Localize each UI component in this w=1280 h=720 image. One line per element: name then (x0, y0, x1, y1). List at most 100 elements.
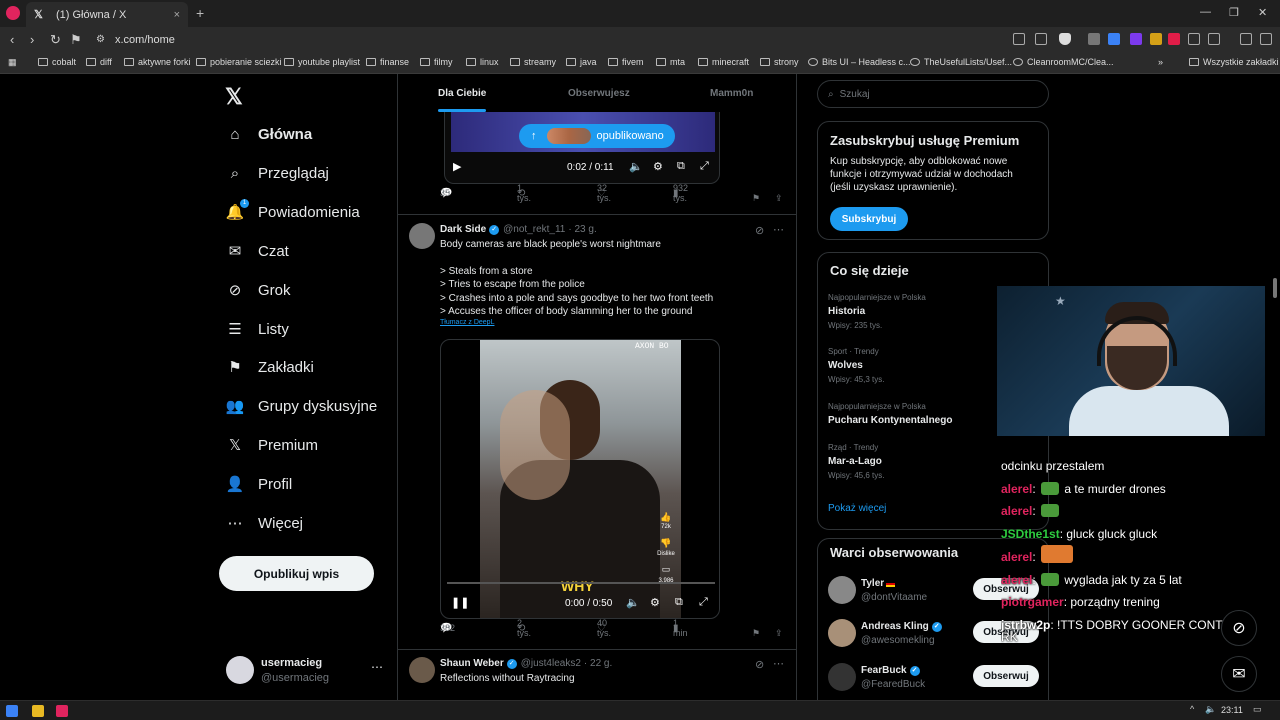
restore-button[interactable]: ❐ (1229, 6, 1239, 19)
forward-icon[interactable]: › (30, 32, 34, 47)
more-dots-icon[interactable]: ⋯ (773, 223, 784, 236)
author-handle[interactable]: @just4leaks2 (521, 658, 581, 669)
tab-for-you[interactable]: Dla Ciebie (438, 88, 486, 99)
fullscreen-icon[interactable]: ⤢ (699, 596, 708, 609)
tab-close-icon[interactable]: × (174, 9, 180, 21)
follow-suggestion[interactable]: FearBuck ✓ @FearedBuck Obserwuj (828, 663, 1043, 693)
minimize-button[interactable]: — (1200, 6, 1211, 18)
settings-icon[interactable]: ⚙ (653, 160, 663, 173)
nav-item-more[interactable]: ⋯ Więcej (226, 514, 304, 533)
author-handle[interactable]: @not_rekt_11 (503, 224, 565, 235)
bookmark-item[interactable]: youtube playlist (284, 57, 360, 67)
bookmark-item[interactable]: diff (86, 57, 112, 67)
nav-item-profile[interactable]: 👤 Profil (226, 475, 293, 494)
post-button[interactable]: Opublikuj wpis (219, 556, 374, 591)
bookmark-item[interactable]: pobieranie sciezki (196, 57, 282, 67)
bookmark-folder[interactable]: finanse (366, 57, 409, 67)
pause-icon[interactable]: ❚❚ (451, 596, 469, 609)
extension-icon[interactable] (1168, 33, 1180, 45)
author-name[interactable]: Shaun Weber (440, 658, 504, 669)
bookmark-item[interactable]: aktywne forki (124, 57, 191, 67)
tab-following[interactable]: Obserwujesz (568, 88, 630, 99)
x-logo-icon[interactable]: 𝕏 (225, 84, 243, 110)
extension-icon[interactable] (1108, 33, 1120, 45)
volume-tray-icon[interactable]: 🔈 (1205, 704, 1216, 715)
bookmark-icon[interactable]: ⚑ (752, 628, 760, 639)
author-name[interactable]: Dark Side (440, 224, 486, 235)
brave-menu-icon[interactable] (6, 6, 20, 20)
nav-item-explore[interactable]: ⌕ Przeglądaj (226, 164, 329, 182)
close-window-button[interactable]: ✕ (1258, 6, 1267, 19)
tab-mammon[interactable]: Mamm0n (710, 88, 753, 99)
twitch-extension-icon[interactable] (1130, 33, 1142, 45)
reload-icon[interactable]: ↻ (50, 32, 61, 48)
site-info-icon[interactable]: ⚙ (96, 34, 105, 45)
bookmark-item[interactable]: TheUsefulLists/Usef... (910, 57, 1012, 67)
bookmark-folder[interactable]: minecraft (698, 57, 749, 67)
bookmark-icon[interactable]: ⚑ (752, 193, 760, 204)
nav-item-home[interactable]: ⌂ Główna (226, 125, 312, 143)
avatar[interactable] (409, 657, 435, 683)
grok-floating-button[interactable]: ⊘ (1221, 610, 1257, 646)
more-bookmarks-icon[interactable]: » (1158, 57, 1163, 67)
media-icon[interactable] (1240, 33, 1252, 45)
bookmark-folder[interactable]: filmy (420, 57, 453, 67)
translate-link[interactable]: Tłumacz z DeepL (440, 319, 494, 326)
more-dots-icon[interactable]: ⋯ (773, 657, 784, 670)
extension-icon[interactable] (1150, 33, 1162, 45)
pip-icon[interactable]: ⧉ (677, 160, 685, 173)
new-tab-button[interactable]: + (196, 5, 204, 21)
nav-item-notifications[interactable]: 🔔 1 Powiadomienia (226, 199, 360, 221)
bookmark-folder[interactable]: java (566, 57, 597, 67)
more-dots-icon[interactable]: ⋯ (371, 660, 383, 674)
post-age[interactable]: · 23 g. (568, 224, 596, 235)
sidebar-icon[interactable] (1208, 33, 1220, 45)
nav-item-premium[interactable]: 𝕏 Premium (226, 436, 318, 455)
video-player[interactable]: ▶ 0:02 / 0:11 🔈 ⚙ ⧉ ⤢ (444, 112, 720, 184)
pip-icon[interactable]: ⧉ (675, 596, 683, 609)
account-switcher[interactable]: usermacieg @usermacieg ⋯ (226, 654, 386, 688)
scrollbar[interactable] (1273, 278, 1277, 298)
trend-item[interactable]: Sport · Trendy Wolves Wpisy: 45,3 tys. (828, 347, 1008, 384)
cast-icon[interactable] (1013, 33, 1025, 45)
video-progress-bar[interactable] (447, 582, 715, 584)
menu-icon[interactable] (1260, 33, 1272, 45)
show-more-link[interactable]: Pokaż więcej (828, 503, 886, 514)
brave-shield-icon[interactable] (1059, 33, 1071, 45)
grok-icon[interactable]: ⊘ (755, 224, 764, 237)
trend-item[interactable]: Najpopularniejsze w Polska Historia Wpis… (828, 293, 1008, 330)
post-age[interactable]: · 22 g. (584, 658, 612, 669)
share-icon[interactable] (1035, 33, 1047, 45)
windows-start-icon[interactable] (6, 705, 18, 717)
back-icon[interactable]: ‹ (10, 32, 14, 47)
nav-item-lists[interactable]: ☰ Listy (226, 320, 289, 339)
trend-item[interactable]: Najpopularniejsze w Polska Pucharu Konty… (828, 402, 1008, 426)
browser-tab[interactable]: 𝕏 (1) Główna / X × (26, 2, 188, 27)
brave-taskbar-icon[interactable] (56, 705, 68, 717)
all-bookmarks-folder[interactable]: Wszystkie zakładki (1189, 57, 1279, 67)
file-explorer-icon[interactable] (32, 705, 44, 717)
share-icon[interactable]: ⇪ (775, 193, 783, 204)
nav-item-grok[interactable]: ⊘ Grok (226, 281, 291, 300)
trend-item[interactable]: Rząd · Trendy Mar-a-Lago Wpisy: 45,6 tys… (828, 443, 1008, 480)
play-icon[interactable]: ▶ (453, 160, 461, 173)
bookmark-folder[interactable]: fivem (608, 57, 644, 67)
bookmark-folder[interactable]: streamy (510, 57, 556, 67)
bookmark-folder[interactable]: linux (466, 57, 499, 67)
bookmark-folder[interactable]: mta (656, 57, 685, 67)
notifications-tray-icon[interactable]: ▭ (1253, 704, 1262, 715)
bookmark-page-icon[interactable]: ⚑ (70, 32, 82, 48)
url-field[interactable]: x.com/home (115, 34, 175, 46)
volume-icon[interactable]: 🔈 (629, 160, 643, 173)
new-posts-pill[interactable]: ↑ opublikowano (519, 124, 675, 148)
pause-extension-icon[interactable] (1088, 33, 1100, 45)
video-player[interactable]: AXON BO WHY 👍 72k 👎 Dislike ▭ 3,986 ❚❚ 0… (440, 339, 720, 619)
settings-icon[interactable]: ⚙ (650, 596, 660, 609)
nav-item-bookmarks[interactable]: ⚑ Zakładki (226, 358, 314, 377)
search-input[interactable]: ⌕ Szukaj (817, 80, 1049, 108)
nav-item-communities[interactable]: 👥 Grupy dyskusyjne (226, 397, 378, 416)
volume-icon[interactable]: 🔈 (626, 596, 640, 609)
fullscreen-icon[interactable]: ⤢ (700, 160, 709, 173)
follow-button[interactable]: Obserwuj (973, 665, 1039, 687)
bookmark-folder[interactable]: strony (760, 57, 799, 67)
